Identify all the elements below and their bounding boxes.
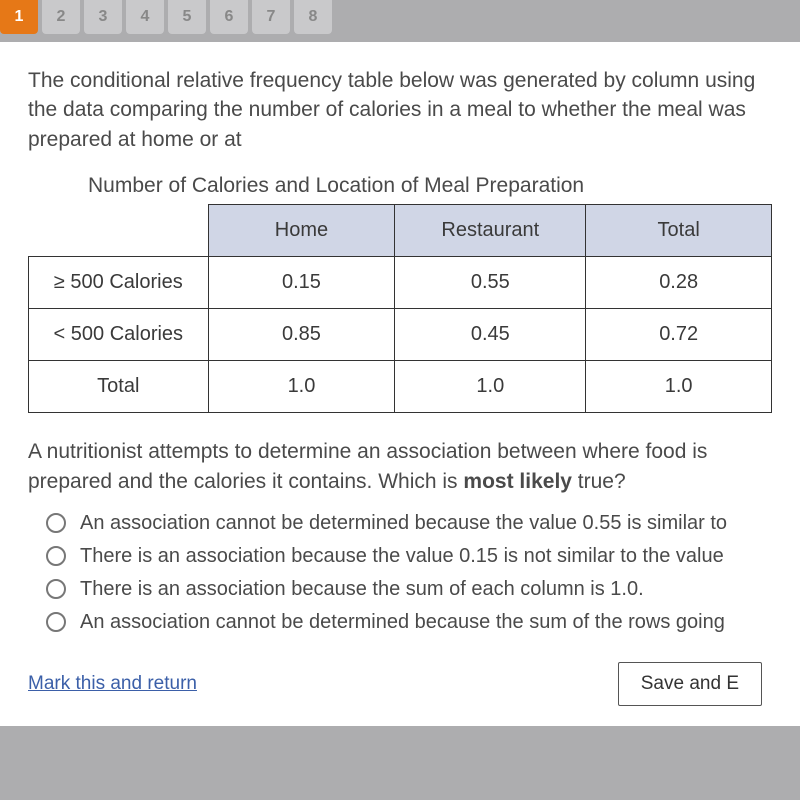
nav-tab-3[interactable]: 3 — [84, 0, 122, 34]
row-label: ≥ 500 Calories — [29, 257, 209, 309]
option-text: There is an association because the valu… — [80, 545, 724, 568]
option-a[interactable]: An association cannot be determined beca… — [46, 512, 772, 535]
frequency-table: Home Restaurant Total ≥ 500 Calories 0.1… — [28, 204, 772, 413]
nav-tab-2[interactable]: 2 — [42, 0, 80, 34]
footer-bar: Mark this and return Save and E — [28, 662, 772, 706]
cell: 0.45 — [395, 309, 586, 361]
cell: 1.0 — [208, 361, 395, 413]
question-nav: 1 2 3 4 5 6 7 8 — [0, 0, 800, 34]
save-exit-button[interactable]: Save and E — [618, 662, 762, 706]
table-title: Number of Calories and Location of Meal … — [88, 174, 772, 198]
question-post: true? — [572, 470, 626, 493]
col-header-restaurant: Restaurant — [395, 205, 586, 257]
question-content: The conditional relative frequency table… — [0, 42, 800, 726]
cell: 1.0 — [395, 361, 586, 413]
table-corner — [29, 205, 209, 257]
nav-tab-5[interactable]: 5 — [168, 0, 206, 34]
table-row: < 500 Calories 0.85 0.45 0.72 — [29, 309, 772, 361]
nav-tab-4[interactable]: 4 — [126, 0, 164, 34]
option-text: There is an association because the sum … — [80, 578, 644, 601]
cell: 0.28 — [586, 257, 772, 309]
cell: 0.55 — [395, 257, 586, 309]
radio-icon[interactable] — [46, 546, 66, 566]
mark-return-link[interactable]: Mark this and return — [28, 673, 197, 695]
question-text: A nutritionist attempts to determine an … — [28, 437, 772, 496]
cell: 0.15 — [208, 257, 395, 309]
option-d[interactable]: An association cannot be determined beca… — [46, 611, 772, 634]
nav-tab-7[interactable]: 7 — [252, 0, 290, 34]
row-label: < 500 Calories — [29, 309, 209, 361]
option-text: An association cannot be determined beca… — [80, 611, 725, 634]
nav-tab-1[interactable]: 1 — [0, 0, 38, 34]
nav-tab-8[interactable]: 8 — [294, 0, 332, 34]
answer-options: An association cannot be determined beca… — [46, 512, 772, 634]
table-row: Total 1.0 1.0 1.0 — [29, 361, 772, 413]
question-bold: most likely — [463, 470, 572, 493]
col-header-total: Total — [586, 205, 772, 257]
intro-text: The conditional relative frequency table… — [28, 66, 772, 154]
radio-icon[interactable] — [46, 612, 66, 632]
table-row: ≥ 500 Calories 0.15 0.55 0.28 — [29, 257, 772, 309]
cell: 1.0 — [586, 361, 772, 413]
nav-tab-6[interactable]: 6 — [210, 0, 248, 34]
radio-icon[interactable] — [46, 579, 66, 599]
option-b[interactable]: There is an association because the valu… — [46, 545, 772, 568]
option-text: An association cannot be determined beca… — [80, 512, 727, 535]
cell: 0.72 — [586, 309, 772, 361]
option-c[interactable]: There is an association because the sum … — [46, 578, 772, 601]
radio-icon[interactable] — [46, 513, 66, 533]
row-label: Total — [29, 361, 209, 413]
cell: 0.85 — [208, 309, 395, 361]
col-header-home: Home — [208, 205, 395, 257]
